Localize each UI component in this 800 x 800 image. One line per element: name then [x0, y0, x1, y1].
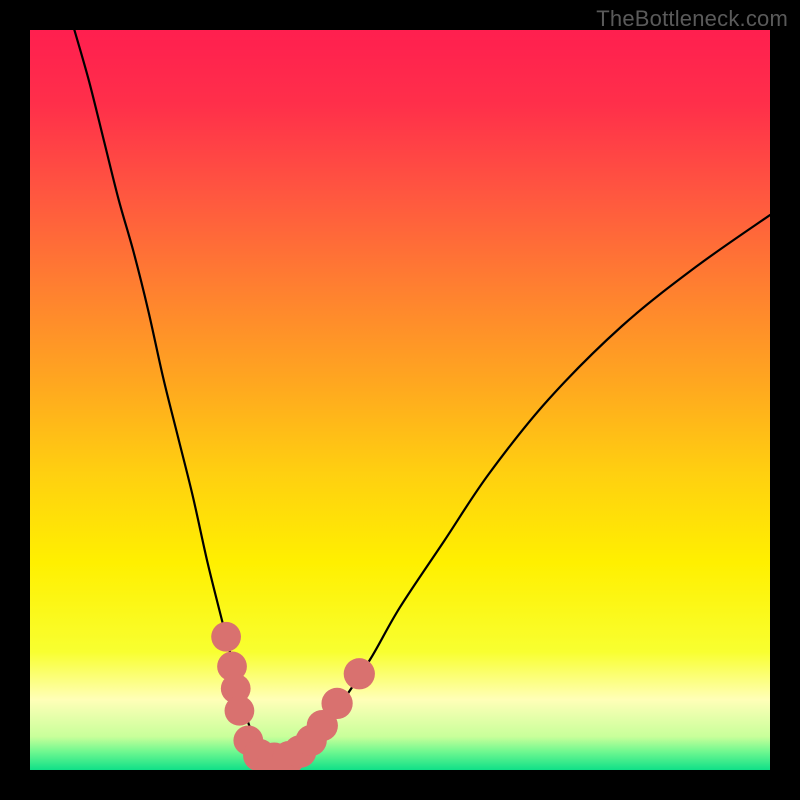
curve-layer	[30, 30, 770, 770]
marker-dot	[321, 688, 352, 719]
marker-dot	[225, 696, 255, 726]
chart-frame: TheBottleneck.com	[0, 0, 800, 800]
plot-area	[30, 30, 770, 770]
bottleneck-curve	[74, 30, 770, 759]
marker-dot	[211, 622, 241, 652]
marker-dot	[344, 658, 375, 689]
marker-group	[211, 622, 375, 770]
watermark-text: TheBottleneck.com	[596, 6, 788, 32]
